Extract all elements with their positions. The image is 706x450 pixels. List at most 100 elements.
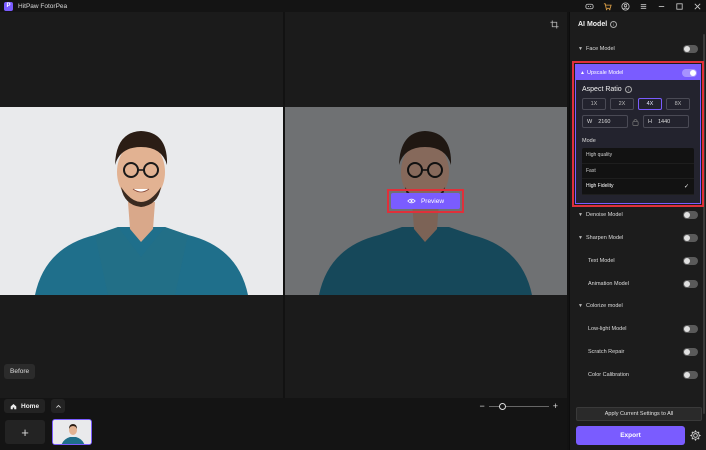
apply-to-all-button[interactable]: Apply Current Settings to All <box>576 407 702 421</box>
mode-label: Mode <box>582 138 596 144</box>
animation-model-label: Animation Model <box>588 281 629 287</box>
maximize-icon[interactable] <box>670 0 688 12</box>
caret-down-icon: ▼ <box>578 235 583 241</box>
lowlight-model-row[interactable]: Low-light Model <box>578 322 700 336</box>
eye-icon <box>407 198 416 204</box>
sharpen-model-toggle[interactable] <box>683 234 698 242</box>
preview-label: Preview <box>420 197 445 205</box>
zoom-slider[interactable] <box>488 402 549 410</box>
scratch-repair-row[interactable]: Scratch Repair <box>578 345 700 359</box>
original-photo <box>0 107 283 295</box>
height-field[interactable]: H 1440 <box>643 115 689 128</box>
face-model-label: Face Model <box>586 46 615 52</box>
bottom-bar: Home − + + <box>0 398 567 450</box>
sharpen-model-label: Sharpen Model <box>586 235 624 241</box>
color-calibration-label: Color Calibration <box>588 372 629 378</box>
colorize-model-row[interactable]: ▼ Colorize model <box>578 299 700 313</box>
settings-gear-icon[interactable] <box>689 429 702 442</box>
ratio-1x-button[interactable]: 1X <box>582 98 606 110</box>
text-model-toggle[interactable] <box>683 257 698 265</box>
text-model-label: Text Model <box>588 258 615 264</box>
width-field[interactable]: W 2160 <box>582 115 628 128</box>
height-prefix: H <box>648 118 652 125</box>
aspect-ratio-title: Aspect Ratio i <box>582 86 632 93</box>
sharpen-model-row[interactable]: ▼ Sharpen Model <box>578 231 700 245</box>
caret-down-icon: ▼ <box>578 303 583 309</box>
ratio-4x-button[interactable]: 4X <box>638 98 662 110</box>
aspect-info-icon[interactable]: i <box>624 86 632 93</box>
mode-high-fidelity[interactable]: High Fidelity ✓ <box>582 179 694 195</box>
mode-high-fidelity-label: High Fidelity <box>586 183 614 190</box>
check-icon: ✓ <box>683 184 689 191</box>
lowlight-model-label: Low-light Model <box>588 326 627 332</box>
collapse-button[interactable] <box>51 399 65 413</box>
color-calibration-row[interactable]: Color Calibration <box>578 368 700 382</box>
height-value: 1440 <box>657 118 671 125</box>
preview-canvas: Before <box>0 12 567 398</box>
zoom-out-button[interactable]: − <box>479 401 484 411</box>
mode-high-quality-label: High quality <box>586 152 613 159</box>
text-model-row[interactable]: Text Model <box>578 254 700 268</box>
upscale-model-toggle[interactable] <box>682 68 697 77</box>
crop-icon[interactable] <box>550 20 559 31</box>
add-image-button[interactable]: + <box>5 420 45 444</box>
mode-high-quality[interactable]: High quality <box>582 148 694 164</box>
upscale-section: ▲ Upscale Model Aspect Ratio i 1X 2X 4X … <box>575 64 701 204</box>
export-button[interactable]: Export <box>576 426 685 445</box>
ratio-options: 1X 2X 4X 8X <box>582 98 690 110</box>
before-pane: Before <box>0 12 283 398</box>
lock-icon[interactable] <box>631 117 640 126</box>
before-label: Before <box>4 364 36 379</box>
caret-down-icon: ▼ <box>578 212 583 218</box>
width-value: 2160 <box>598 118 611 125</box>
cart-icon[interactable] <box>598 0 616 12</box>
menu-icon[interactable] <box>634 0 652 12</box>
upscale-highlight: ▲ Upscale Model Aspect Ratio i 1X 2X 4X … <box>572 61 704 207</box>
face-model-row[interactable]: ▼ Face Model <box>578 42 700 56</box>
color-calibration-toggle[interactable] <box>683 371 698 379</box>
home-label: Home <box>21 402 40 410</box>
preview-highlight: Preview <box>387 189 464 213</box>
animation-model-row[interactable]: Animation Model <box>578 277 700 291</box>
chevron-up-icon <box>55 404 61 408</box>
zoom-slider-thumb[interactable] <box>498 402 506 410</box>
image-thumbnail[interactable] <box>52 419 92 445</box>
scratch-repair-toggle[interactable] <box>683 348 698 356</box>
aspect-ratio-label: Aspect Ratio <box>582 86 622 93</box>
width-prefix: W <box>587 118 593 125</box>
upscale-model-row[interactable]: ▲ Upscale Model <box>576 65 700 80</box>
close-icon[interactable] <box>688 0 706 12</box>
panel-title-text: AI Model <box>578 21 608 28</box>
ratio-8x-button[interactable]: 8X <box>666 98 690 110</box>
dimension-fields: W 2160 H 1440 <box>582 115 689 128</box>
discord-icon[interactable] <box>580 0 598 12</box>
account-icon[interactable] <box>616 0 634 12</box>
lowlight-model-toggle[interactable] <box>683 325 698 333</box>
caret-down-icon: ▼ <box>578 46 583 52</box>
mode-list: High quality Fast High Fidelity ✓ <box>582 148 694 195</box>
ratio-2x-button[interactable]: 2X <box>610 98 634 110</box>
colorize-model-label: Colorize model <box>586 303 623 309</box>
mode-fast-label: Fast <box>586 167 596 174</box>
home-button[interactable]: Home <box>4 399 46 413</box>
title-bar-controls <box>580 0 706 12</box>
info-icon[interactable]: i <box>610 21 618 28</box>
denoise-model-label: Denoise Model <box>586 212 623 218</box>
denoise-model-toggle[interactable] <box>683 211 698 219</box>
upscale-model-label: Upscale Model <box>587 69 624 76</box>
title-bar: P HitPaw FotorPea <box>0 0 706 12</box>
animation-model-toggle[interactable] <box>683 280 698 288</box>
caret-up-icon: ▲ <box>580 69 585 76</box>
scratch-repair-label: Scratch Repair <box>588 349 625 355</box>
mode-fast[interactable]: Fast <box>582 164 694 180</box>
denoise-model-row[interactable]: ▼ Denoise Model <box>578 208 700 222</box>
face-model-toggle[interactable] <box>683 45 698 53</box>
panel-title: AI Model i <box>578 21 618 28</box>
app-logo: P <box>4 1 13 11</box>
zoom-control: − + <box>479 401 558 411</box>
minimize-icon[interactable] <box>652 0 670 12</box>
home-icon <box>10 403 17 409</box>
zoom-in-button[interactable]: + <box>553 401 558 411</box>
app-title: HitPaw FotorPea <box>18 2 68 10</box>
preview-button[interactable]: Preview <box>391 193 460 209</box>
